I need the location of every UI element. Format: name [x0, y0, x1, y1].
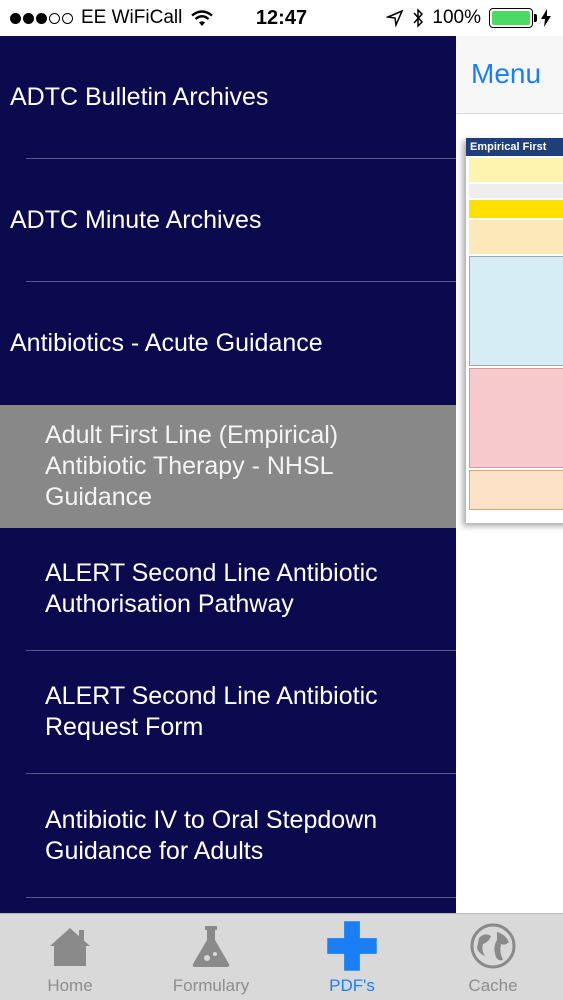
menu-divider: [26, 897, 456, 898]
status-right: 100%: [386, 7, 551, 29]
tab-label: PDF's: [329, 976, 375, 995]
pdf-band: [469, 158, 563, 182]
menu-item-alert-request-form[interactable]: ALERT Second Line Antibiotic Request For…: [0, 651, 456, 773]
bluetooth-icon: [413, 8, 424, 28]
tab-label: Formulary: [172, 976, 250, 995]
menu-item-antibiotics-acute-guidance[interactable]: Antibiotics - Acute Guidance: [0, 282, 456, 405]
nav-bar: Menu: [456, 36, 563, 114]
menu-item-alert-authorisation-pathway[interactable]: ALERT Second Line Antibiotic Authorisati…: [0, 528, 456, 650]
pdf-preview[interactable]: Empirical First: [466, 138, 563, 523]
menu-item-label: Adult First Line (Empirical) Antibiotic …: [45, 421, 339, 511]
tab-label: Cache: [468, 976, 518, 995]
menu-button[interactable]: Menu: [471, 58, 541, 90]
side-menu: ADTC Bulletin Archives ADTC Minute Archi…: [0, 36, 456, 913]
tab-cache[interactable]: Cache: [423, 914, 563, 1000]
battery-icon: [489, 8, 537, 28]
pdf-band: [469, 368, 563, 468]
flask-icon: [192, 926, 230, 967]
location-icon: [386, 9, 404, 27]
home-icon: [50, 928, 90, 966]
pdf-band: [469, 184, 563, 198]
pdf-band: [469, 220, 563, 254]
status-bar: EE WiFiCall 12:47 100%: [0, 0, 563, 36]
tab-label: Home: [47, 976, 93, 995]
menu-item-iv-to-oral-stepdown[interactable]: Antibiotic IV to Oral Stepdown Guidance …: [0, 774, 456, 897]
menu-item-label: ALERT Second Line Antibiotic Request For…: [45, 682, 378, 741]
menu-item-adult-first-line[interactable]: Adult First Line (Empirical) Antibiotic …: [0, 405, 456, 528]
pdf-title: Empirical First: [466, 138, 563, 156]
menu-item-adtc-minute-archives[interactable]: ADTC Minute Archives: [0, 159, 456, 281]
tab-pdfs[interactable]: PDF's: [282, 914, 422, 1000]
tab-formulary[interactable]: Formulary: [141, 914, 281, 1000]
pdf-band: [469, 470, 563, 510]
pdf-band: [469, 200, 563, 218]
pdf-band: [469, 256, 563, 366]
globe-icon: [470, 923, 516, 969]
menu-item-label: Antibiotics - Acute Guidance: [10, 329, 323, 357]
tab-home[interactable]: Home: [0, 914, 140, 1000]
menu-item-label: ADTC Minute Archives: [10, 205, 262, 234]
tab-bar: Home Formulary PDF's Cache: [0, 913, 563, 1000]
plus-cross-icon: [327, 921, 377, 971]
content-panel: Menu Empirical First: [456, 36, 563, 913]
battery-level: [492, 11, 530, 25]
battery-percent: 100%: [432, 7, 481, 28]
menu-item-label: ADTC Bulletin Archives: [10, 82, 269, 111]
menu-item-label: ALERT Second Line Antibiotic Authorisati…: [45, 559, 378, 618]
menu-item-adtc-bulletin-archives[interactable]: ADTC Bulletin Archives: [0, 36, 456, 158]
charging-icon: [541, 9, 551, 27]
menu-item-label: Antibiotic IV to Oral Stepdown Guidance …: [45, 805, 378, 865]
